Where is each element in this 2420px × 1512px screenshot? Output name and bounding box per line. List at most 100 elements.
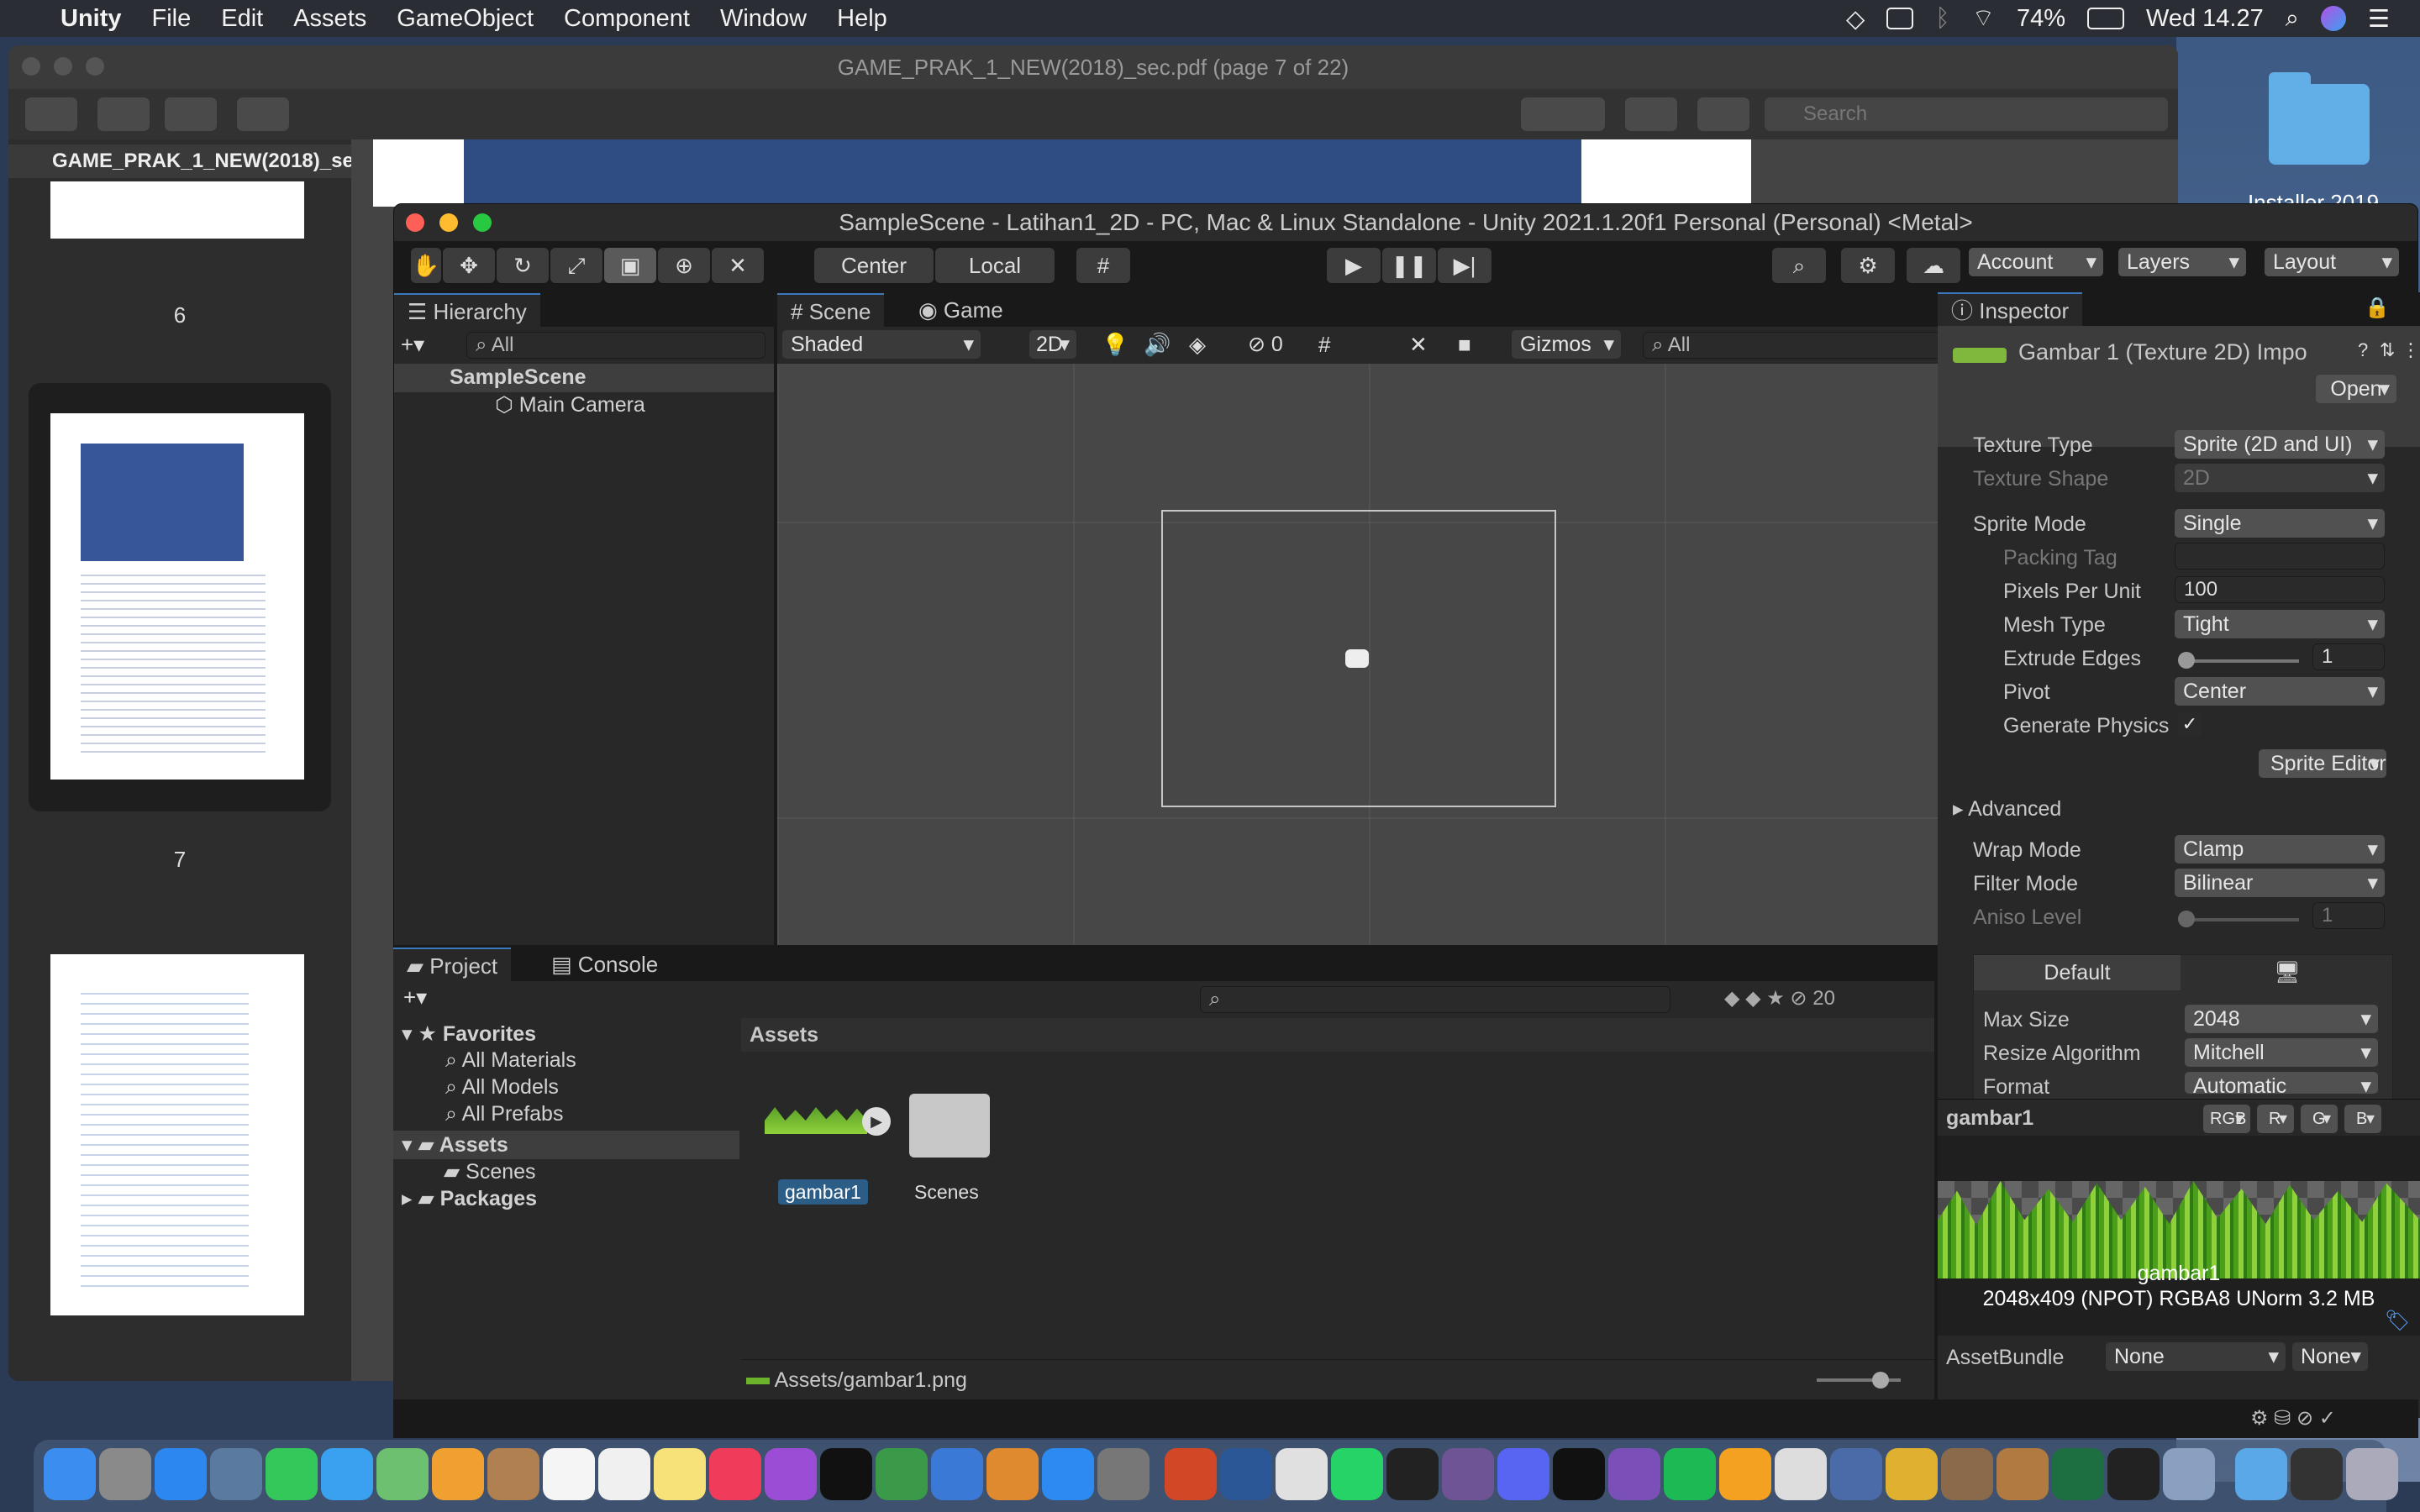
music-icon[interactable] xyxy=(709,1448,761,1500)
textedit-icon[interactable] xyxy=(1775,1448,1827,1500)
airplay-icon[interactable] xyxy=(1886,8,1914,29)
tab-scene[interactable]: # Scene xyxy=(777,293,885,327)
desktop-folder-label[interactable]: Installer 2019 xyxy=(2208,190,2418,203)
wrap-mode-dropdown[interactable]: Clamp xyxy=(2175,835,2385,864)
favorite-item[interactable]: ⌕ All Prefabs xyxy=(445,1102,563,1126)
tag-icon[interactable]: 🏷 xyxy=(2385,1309,2410,1333)
favorite-item[interactable]: ⌕ All Materials xyxy=(445,1048,576,1073)
zoom-icon[interactable] xyxy=(86,57,104,76)
custom-tool-icon[interactable]: ✕ xyxy=(712,248,764,283)
zoom-in-icon[interactable] xyxy=(165,97,217,131)
instrument-icon[interactable] xyxy=(1996,1448,2049,1500)
chrome-icon[interactable] xyxy=(1276,1448,1328,1500)
channel-g-button[interactable]: G xyxy=(2301,1105,2338,1133)
spotify-icon[interactable] xyxy=(1664,1448,1716,1500)
channel-rgb-button[interactable]: RGB xyxy=(2203,1105,2250,1133)
gizmos-dropdown[interactable]: Gizmos xyxy=(1512,330,1621,359)
lighting-icon[interactable]: 💡 xyxy=(1102,332,1128,358)
numbers-icon[interactable] xyxy=(876,1448,928,1500)
generate-physics-checkbox[interactable]: ✓ xyxy=(2178,712,2202,736)
project-search-input[interactable]: ⌕ xyxy=(1200,986,1670,1013)
sprite-editor-button[interactable]: Sprite Editor xyxy=(2259,749,2386,778)
close-icon[interactable] xyxy=(22,57,40,76)
wifi-icon[interactable]: ⌔ xyxy=(1972,3,1995,34)
asset-label-scenes[interactable]: Scenes xyxy=(914,1181,979,1204)
filter-icons[interactable]: ◆ ◆ ★ ⊘ 20 xyxy=(1724,986,1835,1011)
menu-edit[interactable]: Edit xyxy=(206,5,278,33)
calendar-icon[interactable] xyxy=(543,1448,595,1500)
grid-snap-icon[interactable]: # xyxy=(1076,248,1130,283)
layout-dropdown[interactable]: Layout xyxy=(2265,248,2399,276)
favorite-item[interactable]: ⌕ All Models xyxy=(445,1075,559,1100)
word-icon[interactable] xyxy=(1220,1448,1272,1500)
variant-dropdown[interactable]: None xyxy=(2292,1342,2368,1371)
gambar1-thumbnail[interactable] xyxy=(765,1107,867,1134)
play-button[interactable]: ▶ xyxy=(1327,248,1381,283)
siri-icon[interactable] xyxy=(2321,6,2346,31)
facetime-icon[interactable] xyxy=(266,1448,318,1500)
open-button[interactable]: Open xyxy=(2316,375,2396,403)
camera-icon[interactable]: ■ xyxy=(1458,332,1471,358)
camera-gizmo-icon[interactable] xyxy=(1345,649,1369,668)
pause-button[interactable]: ❚❚ xyxy=(1382,248,1436,283)
page-thumbnail-selected[interactable] xyxy=(50,413,304,780)
packing-tag-input[interactable] xyxy=(2175,543,2385,570)
spotlight-icon[interactable]: ⌕ xyxy=(2286,5,2299,33)
desktop-folder-icon[interactable] xyxy=(2269,72,2370,165)
menu-help[interactable]: Help xyxy=(822,5,902,33)
pixels-per-unit-input[interactable]: 100 xyxy=(2175,576,2385,603)
minimize-icon[interactable] xyxy=(439,213,458,232)
page-thumbnail[interactable] xyxy=(50,954,304,1315)
play-sprite-icon[interactable]: ▶ xyxy=(862,1107,891,1136)
control-center-icon[interactable]: ☰ xyxy=(2368,4,2390,34)
share-icon[interactable] xyxy=(237,97,289,131)
menu-assets[interactable]: Assets xyxy=(278,5,381,33)
annotate-icon[interactable] xyxy=(1697,97,1749,131)
filter-mode-dropdown[interactable]: Bilinear xyxy=(2175,869,2385,897)
page-thumbnail[interactable] xyxy=(50,181,304,239)
channel-r-button[interactable]: R xyxy=(2257,1105,2294,1133)
unity-hub-icon[interactable] xyxy=(1386,1448,1439,1500)
sketchup-icon[interactable] xyxy=(1886,1448,1938,1500)
tab-project[interactable]: ▰ Project xyxy=(393,948,512,981)
minimize-icon[interactable] xyxy=(54,57,72,76)
menu-app-name[interactable]: Unity xyxy=(45,5,137,33)
scenes-folder-icon[interactable] xyxy=(909,1094,990,1158)
add-button[interactable]: +▾ xyxy=(403,984,427,1011)
collab-icon[interactable]: ⚙ xyxy=(1841,248,1895,283)
tab-inspector[interactable]: ⓘ Inspector xyxy=(1938,292,2083,326)
zoom-icon[interactable] xyxy=(473,213,492,232)
assets-folder-row[interactable]: ▾ ▰ Assets xyxy=(393,1131,739,1159)
breadcrumb-label[interactable]: Assets xyxy=(750,1023,818,1047)
menu-window[interactable]: Window xyxy=(705,5,822,33)
whatsapp-icon[interactable] xyxy=(1331,1448,1383,1500)
hierarchy-search-input[interactable]: ⌕ All xyxy=(466,332,765,359)
extrude-edges-input[interactable]: 1 xyxy=(2312,643,2385,670)
transform-tool-icon[interactable]: ⊕ xyxy=(658,248,710,283)
tab-game[interactable]: ◉ Game xyxy=(910,293,1012,327)
inkscape-icon[interactable] xyxy=(1830,1448,1882,1500)
texture-type-dropdown[interactable]: Sprite (2D and UI) xyxy=(2175,430,2385,459)
excel-icon[interactable] xyxy=(2052,1448,2104,1500)
status-icons[interactable]: ⚙ ⛁ ⊘ ✓ xyxy=(2250,1406,2336,1431)
add-button[interactable]: +▾ xyxy=(401,332,424,358)
keynote-icon[interactable] xyxy=(931,1448,983,1500)
sprite-mode-dropdown[interactable]: Single xyxy=(2175,509,2385,538)
preview-search-input[interactable]: Search xyxy=(1765,97,2168,131)
menu-file[interactable]: File xyxy=(137,5,207,33)
sublime-icon[interactable] xyxy=(1719,1448,1771,1500)
tab-hierarchy[interactable]: ☰ Hierarchy xyxy=(394,293,540,327)
2d-toggle[interactable]: 2D xyxy=(1029,330,1076,359)
tools-icon[interactable]: ✕ xyxy=(1409,332,1428,358)
help-icon[interactable]: ? xyxy=(2358,339,2368,361)
app-store-icon[interactable] xyxy=(1042,1448,1094,1500)
zoom-out-icon[interactable] xyxy=(97,97,150,131)
finder-icon[interactable] xyxy=(44,1448,96,1500)
screenshot-icon[interactable] xyxy=(2163,1448,2215,1500)
contacts-icon[interactable] xyxy=(487,1448,539,1500)
powerpoint-icon[interactable] xyxy=(1165,1448,1217,1500)
tv-icon[interactable] xyxy=(820,1448,872,1500)
pivot-center-button[interactable]: Center xyxy=(814,248,934,283)
pivot-local-button[interactable]: Local xyxy=(935,248,1055,283)
downloads-folder-icon[interactable] xyxy=(2235,1448,2287,1500)
